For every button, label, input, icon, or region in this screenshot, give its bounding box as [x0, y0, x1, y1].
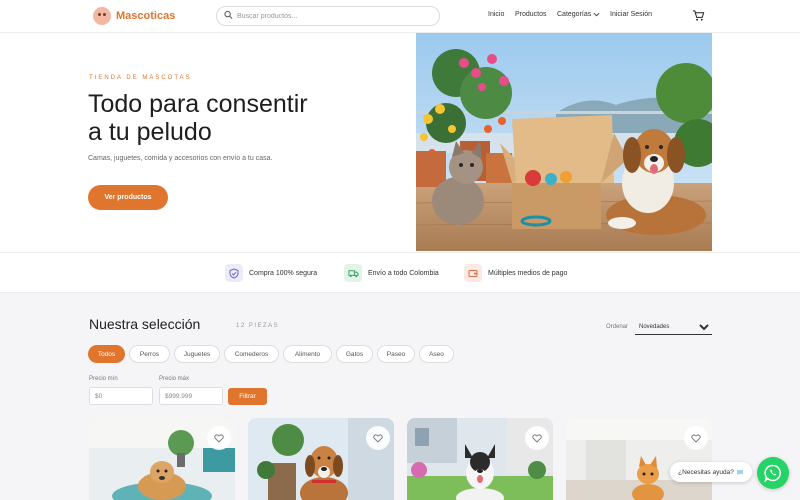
- order-select[interactable]: Novedades: [635, 320, 712, 335]
- hero-image: [416, 33, 712, 251]
- wallet-icon: [464, 264, 482, 282]
- benefit-shipping-label: Envío a todo Colombia: [368, 269, 439, 277]
- search-input[interactable]: [237, 9, 435, 23]
- search-icon: [224, 10, 233, 19]
- hero-title-line1: Todo para consentir: [88, 90, 308, 118]
- truck-icon: [344, 264, 362, 282]
- item-count: 12 PIEZAS: [236, 323, 280, 329]
- section-title: Nuestra selección: [89, 316, 201, 332]
- chip-paseo[interactable]: Paseo: [377, 345, 415, 363]
- search-box[interactable]: [216, 6, 440, 26]
- chip-todos[interactable]: Todos: [88, 345, 125, 363]
- whatsapp-button[interactable]: [757, 457, 789, 489]
- brand-logo[interactable]: Mascoticas: [93, 7, 175, 25]
- product-card[interactable]: [248, 418, 394, 500]
- chip-comederos[interactable]: Comederos: [224, 345, 279, 363]
- heart-icon[interactable]: [207, 426, 231, 450]
- heart-icon[interactable]: [525, 426, 549, 450]
- chip-juguetes[interactable]: Juguetes: [174, 345, 220, 363]
- product-card[interactable]: [566, 418, 712, 500]
- benefit-payment: Múltiples medios de pago: [464, 264, 567, 282]
- heart-icon[interactable]: [684, 426, 708, 450]
- product-card[interactable]: [89, 418, 235, 500]
- chip-gatos[interactable]: Gatos: [336, 345, 373, 363]
- chevron-down-icon: [593, 12, 600, 17]
- chip-aseo[interactable]: Aseo: [419, 345, 454, 363]
- site-header: Mascoticas Inicio Productos Categorías I…: [0, 0, 800, 33]
- benefit-shipping: Envío a todo Colombia: [344, 264, 439, 282]
- price-min-input[interactable]: [89, 387, 153, 405]
- nav-productos[interactable]: Productos: [515, 11, 547, 18]
- benefit-secure: Compra 100% segura: [225, 264, 317, 282]
- filter-button[interactable]: Filtrar: [228, 388, 267, 405]
- benefits-bar: Compra 100% segura Envío a todo Colombia…: [0, 252, 800, 293]
- cart-icon[interactable]: [692, 9, 705, 22]
- whatsapp-icon: [764, 464, 782, 482]
- chip-perros[interactable]: Perros: [129, 345, 170, 363]
- shield-icon: [225, 264, 243, 282]
- pet-face-icon: [93, 7, 111, 25]
- order-label: Ordenar: [606, 324, 629, 330]
- chip-alimento[interactable]: Alimento: [283, 345, 332, 363]
- hero-eyebrow: TIENDA DE MASCOTAS: [89, 75, 192, 81]
- hero-title: Todo para consentir a tu peludo: [88, 90, 378, 146]
- view-products-button[interactable]: Ver productos: [88, 185, 168, 210]
- benefit-payment-label: Múltiples medios de pago: [488, 269, 568, 277]
- product-card[interactable]: [407, 418, 553, 500]
- price-max-input[interactable]: [159, 387, 223, 405]
- nav-login[interactable]: Iniciar Sesión: [610, 11, 652, 18]
- nav-categorias[interactable]: Categorías: [557, 11, 600, 18]
- chat-bubble-icon: [736, 469, 743, 475]
- price-min-label: Precio mín: [89, 376, 118, 382]
- nav-inicio[interactable]: Inicio: [488, 11, 504, 18]
- help-bubble[interactable]: ¿Necesitas ayuda?: [670, 462, 752, 482]
- brand-name: Mascoticas: [116, 10, 176, 22]
- heart-icon[interactable]: [366, 426, 390, 450]
- hero-subtitle: Camas, juguetes, comida y accesorios con…: [88, 155, 273, 162]
- price-max-label: Precio máx: [159, 376, 190, 382]
- nav-categorias-label: Categorías: [557, 11, 592, 18]
- benefit-secure-label: Compra 100% segura: [249, 269, 318, 277]
- hero-title-line2: a tu peludo: [88, 118, 212, 146]
- help-text: ¿Necesitas ayuda?: [678, 468, 734, 476]
